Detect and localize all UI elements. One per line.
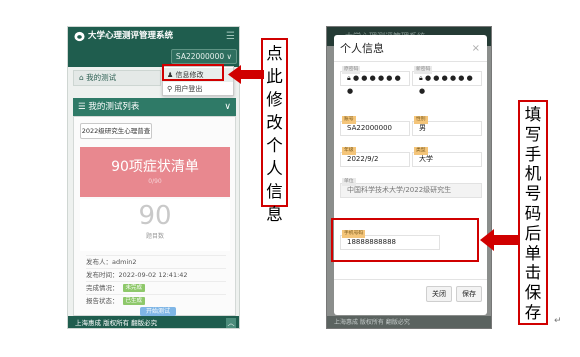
footer-text: 上海惠成 版权所有 翻版必究 xyxy=(75,319,158,327)
footer-dimmed: 上海惠成 版权所有 翻版必究 xyxy=(327,316,491,328)
instruction-label-right: 填 写 手 机 号 码 后 单 击 保 存 xyxy=(518,100,548,325)
instruction-text-right: 填 写 手 机 号 码 后 单 击 保 存 xyxy=(524,105,542,322)
card-title: 90项症状清单 xyxy=(111,159,199,175)
modal-divider xyxy=(334,279,487,280)
test-list-header[interactable]: ☰ 我的测试列表 ∨ xyxy=(73,98,236,116)
my-tests-label: 我的测试 xyxy=(86,73,117,82)
arrow-left-icon xyxy=(480,229,518,251)
publish-time-row: 发布时间：2022-09-02 12:41:42 xyxy=(86,268,226,280)
publisher-row: 发布人：admin2 xyxy=(86,255,226,267)
app-header: 大学心理测评管理系统 ☰ xyxy=(68,27,239,46)
report-badge: 已生成 xyxy=(122,297,146,305)
instruction-label-left: 点 此 修 改 个 人 信 息 xyxy=(261,38,288,224)
save-button[interactable]: 保存 xyxy=(456,286,482,302)
close-icon[interactable]: × xyxy=(472,35,480,62)
footer: 上海惠成 版权所有 翻版必究 ︿ xyxy=(68,316,239,328)
username-tag: 账号 xyxy=(342,116,356,124)
question-count-value: 90 xyxy=(138,201,172,231)
chevron-down-icon[interactable]: ∨ xyxy=(224,98,231,116)
instruction-text-left: 点 此 修 改 个 人 信 息 xyxy=(266,44,283,224)
arrow-left-icon xyxy=(228,65,264,84)
status-label: 完成情况： xyxy=(86,284,119,292)
modal-title-text: 个人信息 xyxy=(340,42,384,55)
test-card[interactable]: 90项症状清单 0/90 xyxy=(80,147,230,197)
tab-survey[interactable]: 2022级研究生心理普查 xyxy=(80,123,152,139)
school-field: 中国科学技术大学/2022级研究生 xyxy=(340,183,482,198)
right-phone-screenshot: 大学心理测评管理系统 个人信息 × 🔒︎ ● ● ● ● ● ● ● 原密码 🔒… xyxy=(326,26,492,329)
close-button[interactable]: 关闭 xyxy=(426,286,452,302)
start-test-button[interactable]: 开始测试 xyxy=(140,307,176,316)
report-label: 报告状态： xyxy=(86,297,119,305)
app-title: 大学心理测评管理系统 xyxy=(88,31,174,41)
personal-info-modal: 个人信息 × 🔒︎ ● ● ● ● ● ● ● 原密码 🔒︎ ● ● ● ● ●… xyxy=(334,35,487,315)
hamburger-icon[interactable]: ☰ xyxy=(226,27,235,46)
test-list-title: 我的测试列表 xyxy=(88,102,140,112)
modal-title: 个人信息 × xyxy=(334,35,487,62)
highlight-edit-info xyxy=(162,64,224,81)
grade-tag: 年级 xyxy=(342,147,356,155)
chevron-up-icon[interactable]: ︿ xyxy=(226,318,236,328)
school-tag: 单位 xyxy=(342,178,356,186)
gender-tag: 性别 xyxy=(414,116,428,124)
paragraph-mark-icon: ↵ xyxy=(554,316,562,326)
highlight-phone-field xyxy=(331,218,479,262)
new-password-tag: 新密码 xyxy=(414,66,433,74)
logout-label: 用户登出 xyxy=(174,85,203,93)
logo-icon xyxy=(74,31,85,42)
card-progress: 0/90 xyxy=(148,178,162,185)
question-count: 90 题目数 xyxy=(80,199,230,251)
menu-item-logout[interactable]: ⚲ 用户登出 xyxy=(163,82,233,96)
list-icon: ☰ xyxy=(78,102,89,112)
question-count-label: 题目数 xyxy=(145,233,164,240)
type-tag: 类型 xyxy=(414,147,428,155)
status-badge: 未完成 xyxy=(122,284,146,292)
report-row: 报告状态： 已生成 xyxy=(86,294,226,306)
status-row: 完成情况： 未完成 xyxy=(86,281,226,293)
user-menu-button[interactable]: SA22000000 ∨ xyxy=(170,49,237,64)
my-tests-breadcrumb[interactable]: ⌂ 我的测试 xyxy=(73,70,161,86)
old-password-tag: 原密码 xyxy=(342,66,361,74)
